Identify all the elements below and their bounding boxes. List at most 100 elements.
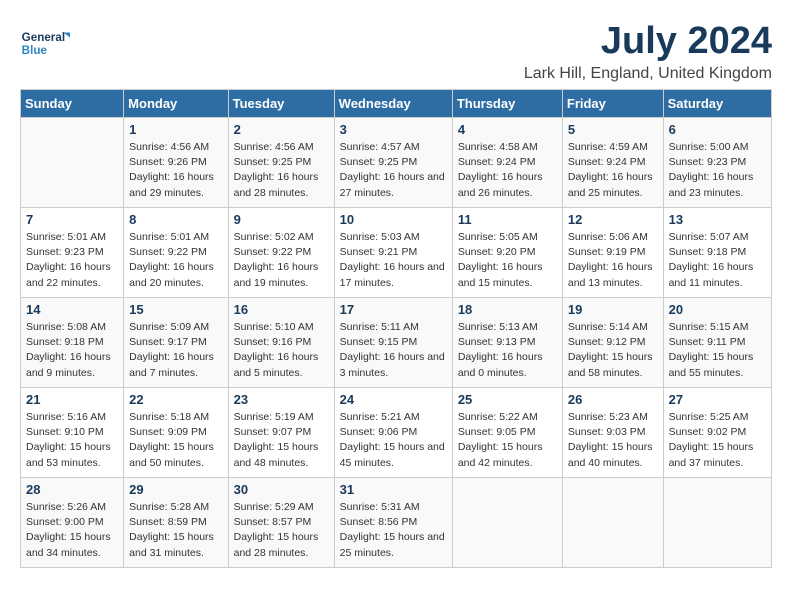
- header-wednesday: Wednesday: [334, 90, 452, 118]
- day-number: 16: [234, 302, 329, 317]
- header-row: SundayMondayTuesdayWednesdayThursdayFrid…: [21, 90, 772, 118]
- logo: General Blue: [20, 20, 70, 70]
- day-number: 23: [234, 392, 329, 407]
- day-info: Sunrise: 5:02 AM Sunset: 9:22 PM Dayligh…: [234, 230, 329, 291]
- day-number: 9: [234, 212, 329, 227]
- calendar-cell: 26 Sunrise: 5:23 AM Sunset: 9:03 PM Dayl…: [562, 388, 663, 478]
- calendar-cell: 29 Sunrise: 5:28 AM Sunset: 8:59 PM Dayl…: [124, 478, 228, 568]
- header-tuesday: Tuesday: [228, 90, 334, 118]
- day-number: 27: [669, 392, 766, 407]
- day-info: Sunrise: 5:15 AM Sunset: 9:11 PM Dayligh…: [669, 320, 766, 381]
- calendar-cell: 27 Sunrise: 5:25 AM Sunset: 9:02 PM Dayl…: [663, 388, 771, 478]
- day-info: Sunrise: 4:57 AM Sunset: 9:25 PM Dayligh…: [340, 140, 447, 201]
- svg-text:General: General: [22, 31, 65, 44]
- day-info: Sunrise: 5:16 AM Sunset: 9:10 PM Dayligh…: [26, 410, 118, 471]
- day-info: Sunrise: 5:09 AM Sunset: 9:17 PM Dayligh…: [129, 320, 222, 381]
- day-number: 5: [568, 122, 658, 137]
- day-info: Sunrise: 5:07 AM Sunset: 9:18 PM Dayligh…: [669, 230, 766, 291]
- day-info: Sunrise: 5:03 AM Sunset: 9:21 PM Dayligh…: [340, 230, 447, 291]
- day-info: Sunrise: 4:56 AM Sunset: 9:25 PM Dayligh…: [234, 140, 329, 201]
- day-info: Sunrise: 4:58 AM Sunset: 9:24 PM Dayligh…: [458, 140, 557, 201]
- day-info: Sunrise: 5:26 AM Sunset: 9:00 PM Dayligh…: [26, 500, 118, 561]
- day-number: 15: [129, 302, 222, 317]
- calendar-cell: 8 Sunrise: 5:01 AM Sunset: 9:22 PM Dayli…: [124, 208, 228, 298]
- day-info: Sunrise: 4:56 AM Sunset: 9:26 PM Dayligh…: [129, 140, 222, 201]
- calendar-cell: 14 Sunrise: 5:08 AM Sunset: 9:18 PM Dayl…: [21, 298, 124, 388]
- calendar-cell: 7 Sunrise: 5:01 AM Sunset: 9:23 PM Dayli…: [21, 208, 124, 298]
- day-number: 17: [340, 302, 447, 317]
- day-number: 4: [458, 122, 557, 137]
- day-number: 26: [568, 392, 658, 407]
- day-number: 10: [340, 212, 447, 227]
- day-info: Sunrise: 5:01 AM Sunset: 9:22 PM Dayligh…: [129, 230, 222, 291]
- day-number: 11: [458, 212, 557, 227]
- calendar-cell: 1 Sunrise: 4:56 AM Sunset: 9:26 PM Dayli…: [124, 118, 228, 208]
- day-info: Sunrise: 5:05 AM Sunset: 9:20 PM Dayligh…: [458, 230, 557, 291]
- calendar-cell: [663, 478, 771, 568]
- day-info: Sunrise: 5:18 AM Sunset: 9:09 PM Dayligh…: [129, 410, 222, 471]
- week-row-1: 1 Sunrise: 4:56 AM Sunset: 9:26 PM Dayli…: [21, 118, 772, 208]
- day-info: Sunrise: 4:59 AM Sunset: 9:24 PM Dayligh…: [568, 140, 658, 201]
- header-friday: Friday: [562, 90, 663, 118]
- calendar-cell: 23 Sunrise: 5:19 AM Sunset: 9:07 PM Dayl…: [228, 388, 334, 478]
- calendar-cell: 3 Sunrise: 4:57 AM Sunset: 9:25 PM Dayli…: [334, 118, 452, 208]
- calendar-cell: 20 Sunrise: 5:15 AM Sunset: 9:11 PM Dayl…: [663, 298, 771, 388]
- calendar-cell: 9 Sunrise: 5:02 AM Sunset: 9:22 PM Dayli…: [228, 208, 334, 298]
- day-info: Sunrise: 5:11 AM Sunset: 9:15 PM Dayligh…: [340, 320, 447, 381]
- calendar-cell: 2 Sunrise: 4:56 AM Sunset: 9:25 PM Dayli…: [228, 118, 334, 208]
- day-number: 21: [26, 392, 118, 407]
- calendar-cell: 16 Sunrise: 5:10 AM Sunset: 9:16 PM Dayl…: [228, 298, 334, 388]
- day-number: 14: [26, 302, 118, 317]
- subtitle: Lark Hill, England, United Kingdom: [524, 65, 772, 83]
- calendar-cell: 6 Sunrise: 5:00 AM Sunset: 9:23 PM Dayli…: [663, 118, 771, 208]
- day-info: Sunrise: 5:14 AM Sunset: 9:12 PM Dayligh…: [568, 320, 658, 381]
- main-title: July 2024: [524, 20, 772, 63]
- calendar-cell: 4 Sunrise: 4:58 AM Sunset: 9:24 PM Dayli…: [452, 118, 562, 208]
- calendar-cell: 15 Sunrise: 5:09 AM Sunset: 9:17 PM Dayl…: [124, 298, 228, 388]
- day-number: 2: [234, 122, 329, 137]
- day-number: 31: [340, 482, 447, 497]
- calendar-cell: [452, 478, 562, 568]
- calendar-cell: 25 Sunrise: 5:22 AM Sunset: 9:05 PM Dayl…: [452, 388, 562, 478]
- calendar-cell: 12 Sunrise: 5:06 AM Sunset: 9:19 PM Dayl…: [562, 208, 663, 298]
- calendar-cell: 21 Sunrise: 5:16 AM Sunset: 9:10 PM Dayl…: [21, 388, 124, 478]
- header-monday: Monday: [124, 90, 228, 118]
- day-info: Sunrise: 5:00 AM Sunset: 9:23 PM Dayligh…: [669, 140, 766, 201]
- svg-text:Blue: Blue: [22, 44, 48, 57]
- day-info: Sunrise: 5:21 AM Sunset: 9:06 PM Dayligh…: [340, 410, 447, 471]
- day-number: 13: [669, 212, 766, 227]
- calendar-cell: 5 Sunrise: 4:59 AM Sunset: 9:24 PM Dayli…: [562, 118, 663, 208]
- day-number: 6: [669, 122, 766, 137]
- week-row-5: 28 Sunrise: 5:26 AM Sunset: 9:00 PM Dayl…: [21, 478, 772, 568]
- logo-svg: General Blue: [20, 20, 70, 70]
- week-row-2: 7 Sunrise: 5:01 AM Sunset: 9:23 PM Dayli…: [21, 208, 772, 298]
- calendar-cell: 22 Sunrise: 5:18 AM Sunset: 9:09 PM Dayl…: [124, 388, 228, 478]
- calendar-cell: 17 Sunrise: 5:11 AM Sunset: 9:15 PM Dayl…: [334, 298, 452, 388]
- calendar-cell: 31 Sunrise: 5:31 AM Sunset: 8:56 PM Dayl…: [334, 478, 452, 568]
- day-info: Sunrise: 5:25 AM Sunset: 9:02 PM Dayligh…: [669, 410, 766, 471]
- page-header: General Blue July 2024 Lark Hill, Englan…: [20, 20, 772, 83]
- day-info: Sunrise: 5:22 AM Sunset: 9:05 PM Dayligh…: [458, 410, 557, 471]
- header-saturday: Saturday: [663, 90, 771, 118]
- day-info: Sunrise: 5:06 AM Sunset: 9:19 PM Dayligh…: [568, 230, 658, 291]
- day-number: 3: [340, 122, 447, 137]
- day-number: 29: [129, 482, 222, 497]
- day-number: 8: [129, 212, 222, 227]
- week-row-4: 21 Sunrise: 5:16 AM Sunset: 9:10 PM Dayl…: [21, 388, 772, 478]
- calendar-cell: 30 Sunrise: 5:29 AM Sunset: 8:57 PM Dayl…: [228, 478, 334, 568]
- header-sunday: Sunday: [21, 90, 124, 118]
- day-number: 22: [129, 392, 222, 407]
- day-info: Sunrise: 5:10 AM Sunset: 9:16 PM Dayligh…: [234, 320, 329, 381]
- day-number: 20: [669, 302, 766, 317]
- day-info: Sunrise: 5:28 AM Sunset: 8:59 PM Dayligh…: [129, 500, 222, 561]
- day-number: 25: [458, 392, 557, 407]
- calendar-cell: 10 Sunrise: 5:03 AM Sunset: 9:21 PM Dayl…: [334, 208, 452, 298]
- calendar-table: SundayMondayTuesdayWednesdayThursdayFrid…: [20, 89, 772, 568]
- calendar-cell: [21, 118, 124, 208]
- day-info: Sunrise: 5:19 AM Sunset: 9:07 PM Dayligh…: [234, 410, 329, 471]
- day-number: 12: [568, 212, 658, 227]
- day-number: 1: [129, 122, 222, 137]
- day-info: Sunrise: 5:29 AM Sunset: 8:57 PM Dayligh…: [234, 500, 329, 561]
- day-number: 18: [458, 302, 557, 317]
- calendar-cell: [562, 478, 663, 568]
